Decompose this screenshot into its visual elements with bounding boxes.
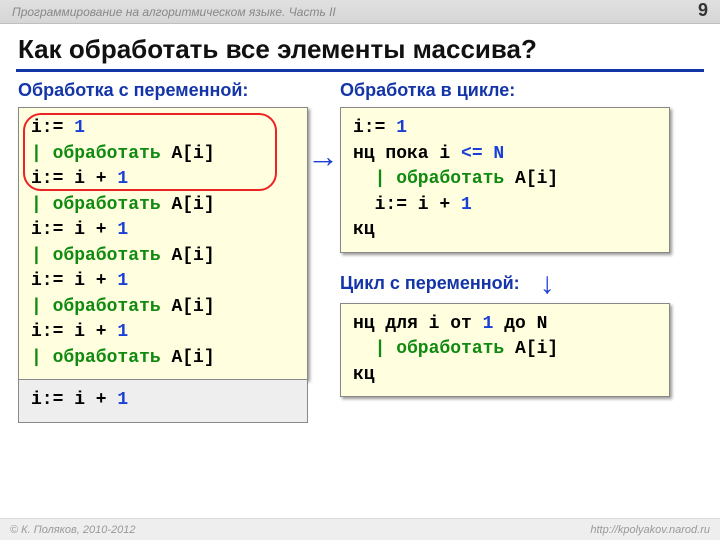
code-text: A[i] bbox=[515, 169, 558, 189]
code-number: 1 bbox=[74, 118, 85, 138]
code-comment: | обработать bbox=[31, 348, 171, 368]
code-text: i:= bbox=[31, 118, 74, 138]
code-text: i:= i + bbox=[31, 322, 117, 342]
code-keyword: от bbox=[450, 314, 482, 334]
course-name: Программирование на алгоритмическом язык… bbox=[12, 5, 336, 19]
code-keyword: нц пока bbox=[353, 144, 429, 164]
code-text: i:= i + bbox=[31, 390, 117, 410]
code-text: i:= i + bbox=[31, 220, 117, 240]
code-keyword: до N bbox=[493, 314, 547, 334]
arrow-right-icon: → bbox=[307, 138, 339, 175]
code-text: A[i] bbox=[171, 246, 214, 266]
page-number: 9 bbox=[698, 0, 708, 21]
code-comment: | обработать bbox=[31, 246, 171, 266]
code-comment: | обработать bbox=[31, 195, 171, 215]
code-number: 1 bbox=[117, 220, 128, 240]
code-number: 1 bbox=[117, 169, 128, 189]
code-text: i bbox=[429, 144, 461, 164]
code-text: i:= bbox=[353, 118, 396, 138]
code-text: i bbox=[418, 314, 450, 334]
arrow-down-icon: ↓ bbox=[540, 269, 555, 299]
code-keyword: кц bbox=[353, 220, 375, 240]
code-number: 1 bbox=[396, 118, 407, 138]
code-number: 1 bbox=[117, 390, 128, 410]
footer-copyright: © К. Поляков, 2010-2012 bbox=[10, 524, 135, 536]
code-text: A[i] bbox=[171, 348, 214, 368]
slide: Программирование на алгоритмическом язык… bbox=[0, 0, 720, 540]
content: Обработка с переменной: i:= 1 | обработа… bbox=[0, 80, 720, 520]
col-right: Обработка в цикле: i:= 1 нц пока i <= N … bbox=[340, 80, 670, 397]
code-comment: | обработать bbox=[353, 339, 515, 359]
code-number: 1 bbox=[461, 195, 472, 215]
code-number: 1 bbox=[117, 322, 128, 342]
code-variable-extra: i:= i + 1 bbox=[18, 380, 308, 423]
code-text: i:= i + bbox=[353, 195, 461, 215]
code-text: A[i] bbox=[515, 339, 558, 359]
code-comment: | обработать bbox=[353, 169, 515, 189]
footer: © К. Поляков, 2010-2012 http://kpolyakov… bbox=[0, 518, 720, 540]
code-number: 1 bbox=[483, 314, 494, 334]
code-number: 1 bbox=[117, 271, 128, 291]
code-text: A[i] bbox=[171, 144, 214, 164]
code-comment: | обработать bbox=[31, 144, 171, 164]
label-loop-proc: Обработка в цикле: bbox=[340, 80, 670, 101]
code-text: i:= i + bbox=[31, 169, 117, 189]
code-keyword: нц для bbox=[353, 314, 418, 334]
code-text: A[i] bbox=[171, 297, 214, 317]
code-variable: i:= 1 | обработать A[i] i:= i + 1 | обра… bbox=[18, 107, 308, 380]
code-keyword: кц bbox=[353, 365, 375, 385]
code-text: A[i] bbox=[171, 195, 214, 215]
footer-url: http://kpolyakov.narod.ru bbox=[590, 524, 710, 536]
label-for-proc: Цикл с переменной: bbox=[340, 273, 520, 294]
title-rule bbox=[16, 69, 704, 72]
code-while: i:= 1 нц пока i <= N | обработать A[i] i… bbox=[340, 107, 670, 253]
code-op: <= N bbox=[461, 144, 504, 164]
col-left: Обработка с переменной: i:= 1 | обработа… bbox=[18, 80, 308, 423]
code-comment: | обработать bbox=[31, 297, 171, 317]
code-for: нц для i от 1 до N | обработать A[i] кц bbox=[340, 303, 670, 398]
code-text: i:= i + bbox=[31, 271, 117, 291]
topbar: Программирование на алгоритмическом язык… bbox=[0, 0, 720, 24]
label-variable-proc: Обработка с переменной: bbox=[18, 80, 308, 101]
slide-title: Как обработать все элементы массива? bbox=[0, 24, 720, 69]
